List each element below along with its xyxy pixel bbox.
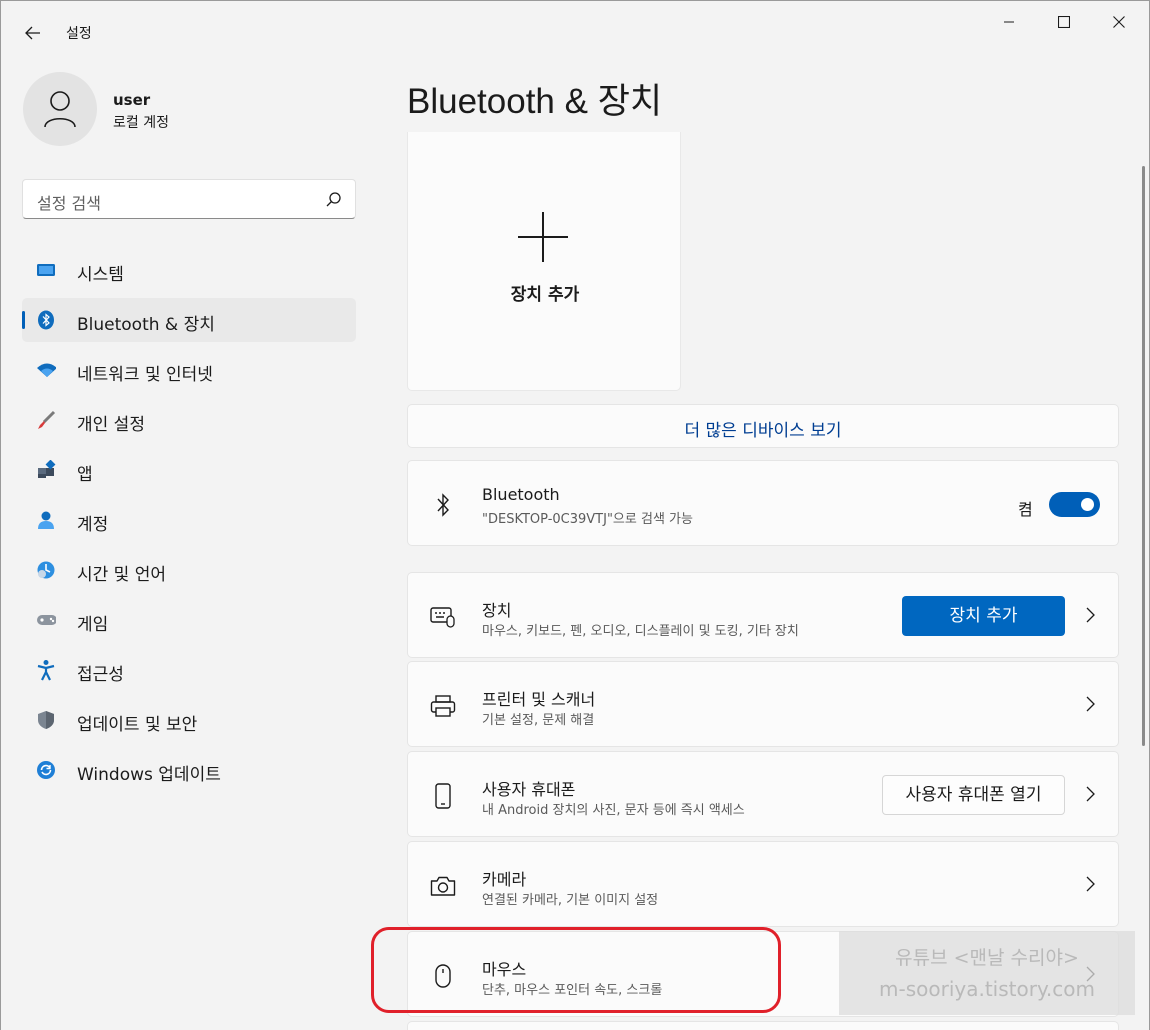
chevron-right-icon xyxy=(1086,876,1095,892)
more-devices-card[interactable]: 더 많은 디바이스 보기 xyxy=(407,404,1119,448)
printers-card[interactable]: 프린터 및 스캐너 기본 설정, 문제 해결 xyxy=(407,661,1119,747)
bluetooth-symbol-icon xyxy=(430,492,456,518)
sidebar-item-label: 네트워크 및 인터넷 xyxy=(77,365,213,385)
monitor-icon xyxy=(36,260,56,280)
sidebar-item-label: 시간 및 언어 xyxy=(77,565,167,585)
sidebar-item-label: Bluetooth & 장치 xyxy=(77,315,215,335)
camera-card[interactable]: 카메라 연결된 카메라, 기본 이미지 설정 xyxy=(407,841,1119,927)
camera-subtitle: 연결된 카메라, 기본 이미지 설정 xyxy=(482,893,659,908)
devices-title: 장치 xyxy=(482,601,512,620)
close-icon xyxy=(1113,16,1125,28)
selection-indicator xyxy=(22,311,25,329)
arrow-left-icon xyxy=(25,26,40,40)
sidebar-item-time-language[interactable]: 시간 및 언어 xyxy=(22,548,356,592)
next-card-edge xyxy=(407,1021,1119,1030)
sidebar-item-label: 개인 설정 xyxy=(77,415,145,435)
wifi-icon xyxy=(36,360,56,380)
apps-icon xyxy=(36,460,56,480)
person-icon xyxy=(36,510,56,530)
shield-icon xyxy=(36,710,56,730)
account-type: 로컬 계정 xyxy=(113,115,169,131)
avatar[interactable] xyxy=(23,72,97,146)
sidebar-item-label: 계정 xyxy=(77,515,109,535)
sidebar-item-accounts[interactable]: 계정 xyxy=(22,498,356,542)
bluetooth-subtitle: "DESKTOP-0C39VTJ"으로 검색 가능 xyxy=(482,512,693,527)
toggle-knob xyxy=(1081,498,1094,511)
sidebar-item-windows-update[interactable]: Windows 업데이트 xyxy=(22,748,356,792)
phone-icon xyxy=(430,783,456,809)
sidebar-item-bluetooth[interactable]: Bluetooth & 장치 xyxy=(22,298,356,342)
minimize-icon xyxy=(1004,21,1014,23)
sidebar-item-label: 업데이트 및 보안 xyxy=(77,715,198,735)
camera-title: 카메라 xyxy=(482,870,527,889)
sidebar-item-label: 앱 xyxy=(77,465,93,485)
sidebar-item-network[interactable]: 네트워크 및 인터넷 xyxy=(22,348,356,392)
open-phone-button[interactable]: 사용자 휴대폰 열기 xyxy=(882,775,1065,815)
search-placeholder: 설정 검색 xyxy=(37,194,101,213)
sidebar-item-gaming[interactable]: 게임 xyxy=(22,598,356,642)
chevron-right-icon xyxy=(1086,786,1095,802)
refresh-icon xyxy=(36,760,56,780)
settings-window: 설정 user 로컬 계정 설정 검색 시스템 Bluetooth & 장치 네… xyxy=(0,0,1150,1030)
gamepad-icon xyxy=(36,610,56,630)
bluetooth-title: Bluetooth xyxy=(482,485,560,504)
printers-title: 프린터 및 스캐너 xyxy=(482,690,596,709)
sidebar-item-label: 게임 xyxy=(77,615,109,635)
search-icon[interactable] xyxy=(325,191,343,209)
maximize-icon xyxy=(1058,16,1070,28)
camera-icon xyxy=(430,873,456,899)
sidebar-item-label: 시스템 xyxy=(77,265,124,285)
chevron-right-icon xyxy=(1086,696,1095,712)
sidebar-item-apps[interactable]: 앱 xyxy=(22,448,356,492)
app-title: 설정 xyxy=(66,26,92,42)
watermark-line2: m-sooriya.tistory.com xyxy=(879,977,1095,1001)
phone-title: 사용자 휴대폰 xyxy=(482,780,576,799)
user-name: user xyxy=(113,91,151,109)
add-device-tile[interactable]: 장치 추가 xyxy=(407,132,681,391)
watermark: 유튜브 <맨날 수리야> m-sooriya.tistory.com xyxy=(839,931,1135,1015)
sidebar-item-update-security[interactable]: 업데이트 및 보안 xyxy=(22,698,356,742)
add-device-button[interactable]: 장치 추가 xyxy=(902,596,1065,636)
keyboard-mouse-icon xyxy=(430,604,456,630)
mouse-highlight-annotation xyxy=(371,927,781,1013)
bluetooth-icon xyxy=(36,310,56,330)
bluetooth-card: Bluetooth "DESKTOP-0C39VTJ"으로 검색 가능 켬 xyxy=(407,460,1119,546)
add-device-label: 장치 추가 xyxy=(510,285,580,305)
clock-globe-icon xyxy=(36,560,56,580)
back-button[interactable] xyxy=(21,21,45,45)
maximize-button[interactable] xyxy=(1041,7,1087,37)
minimize-button[interactable] xyxy=(986,7,1032,37)
sidebar-item-system[interactable]: 시스템 xyxy=(22,248,356,292)
more-devices-link[interactable]: 더 많은 디바이스 보기 xyxy=(685,416,842,441)
sidebar-item-personalization[interactable]: 개인 설정 xyxy=(22,398,356,442)
sidebar-item-label: Windows 업데이트 xyxy=(77,765,221,785)
watermark-line1: 유튜브 <맨날 수리야> xyxy=(895,947,1079,969)
devices-subtitle: 마우스, 키보드, 펜, 오디오, 디스플레이 및 도킹, 기타 장치 xyxy=(482,624,799,639)
accessibility-icon xyxy=(36,660,56,681)
paintbrush-icon xyxy=(36,410,56,430)
page-title: Bluetooth & 장치 xyxy=(407,82,663,121)
bluetooth-toggle[interactable] xyxy=(1049,492,1100,517)
close-button[interactable] xyxy=(1096,7,1142,37)
plus-icon xyxy=(518,212,568,262)
search-input[interactable]: 설정 검색 xyxy=(22,179,356,219)
bluetooth-state-label: 켬 xyxy=(1018,500,1033,519)
devices-card[interactable]: 장치 마우스, 키보드, 펜, 오디오, 디스플레이 및 도킹, 기타 장치 장… xyxy=(407,572,1119,658)
sidebar-item-label: 접근성 xyxy=(77,665,124,685)
scrollbar[interactable] xyxy=(1142,166,1145,746)
printer-icon xyxy=(430,693,456,719)
sidebar-item-accessibility[interactable]: 접근성 xyxy=(22,648,356,692)
phone-subtitle: 내 Android 장치의 사진, 문자 등에 즉시 액세스 xyxy=(482,803,745,818)
chevron-right-icon xyxy=(1086,607,1095,623)
person-outline-icon xyxy=(44,91,76,128)
phone-card[interactable]: 사용자 휴대폰 내 Android 장치의 사진, 문자 등에 즉시 액세스 사… xyxy=(407,751,1119,837)
printers-subtitle: 기본 설정, 문제 해결 xyxy=(482,713,595,728)
